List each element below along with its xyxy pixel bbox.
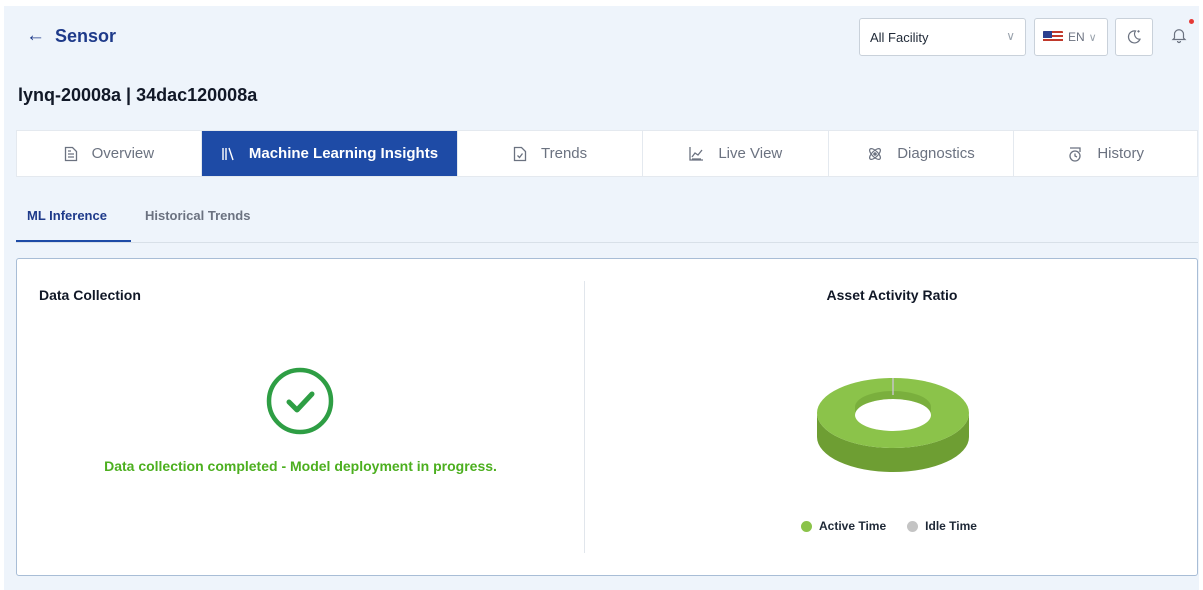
tab-diagnostics[interactable]: Diagnostics bbox=[829, 131, 1015, 176]
legend-label: Active Time bbox=[819, 519, 887, 533]
tab-live-view[interactable]: Live View bbox=[643, 131, 829, 176]
bell-icon bbox=[1171, 29, 1187, 44]
back-label: Sensor bbox=[55, 25, 117, 46]
tab-label: Trends bbox=[541, 145, 588, 162]
tab-history[interactable]: History bbox=[1014, 131, 1197, 176]
legend-swatch bbox=[801, 520, 812, 532]
divider bbox=[584, 281, 585, 553]
main-tabs: Overview Machine Learning Insights Trend… bbox=[16, 130, 1198, 177]
theme-toggle-button[interactable] bbox=[1115, 18, 1153, 56]
page: ← Sensor All Facility ∨ EN ∨ lynq-20008a… bbox=[4, 6, 1199, 590]
tab-label: Machine Learning Insights bbox=[248, 145, 439, 162]
document-icon bbox=[64, 146, 78, 162]
legend-swatch bbox=[907, 520, 919, 532]
notifications-button[interactable] bbox=[1170, 19, 1194, 46]
back-button[interactable]: ← Sensor bbox=[26, 25, 116, 47]
tab-label: Diagnostics bbox=[897, 145, 975, 162]
chevron-down-icon: ∨ bbox=[1006, 29, 1015, 43]
atom-icon bbox=[867, 146, 883, 162]
subtab-historical-trends[interactable]: Historical Trends bbox=[145, 208, 250, 223]
tab-machine-learning-insights[interactable]: Machine Learning Insights bbox=[201, 131, 459, 176]
chart-icon bbox=[688, 146, 704, 162]
language-select-value: EN bbox=[1068, 30, 1085, 44]
chart-legend: Active Time Idle Time bbox=[801, 519, 998, 533]
tab-label: Live View bbox=[718, 145, 783, 162]
file-check-icon bbox=[513, 146, 527, 162]
data-collection-status: Data collection completed - Model deploy… bbox=[104, 458, 497, 474]
library-icon bbox=[221, 147, 235, 161]
history-icon bbox=[1067, 146, 1083, 162]
tab-trends[interactable]: Trends bbox=[458, 131, 643, 176]
sub-tabs: ML Inference Historical Trends bbox=[16, 196, 1198, 243]
asset-activity-donut-chart bbox=[817, 378, 969, 472]
tab-label: Overview bbox=[91, 145, 155, 162]
subtab-ml-inference[interactable]: ML Inference bbox=[27, 208, 107, 223]
legend-item-active-time[interactable]: Active Time bbox=[801, 519, 886, 533]
donut-hole bbox=[855, 399, 931, 431]
header: ← Sensor All Facility ∨ EN ∨ bbox=[4, 6, 1199, 66]
ml-inference-card: Data Collection Data collection complete… bbox=[16, 258, 1198, 576]
facility-select[interactable]: All Facility ∨ bbox=[859, 18, 1026, 56]
device-title: lynq-20008a | 34dac120008a bbox=[18, 85, 258, 105]
tab-overview[interactable]: Overview bbox=[17, 131, 202, 176]
data-collection-title: Data Collection bbox=[39, 287, 141, 303]
chevron-down-icon: ∨ bbox=[1088, 31, 1097, 44]
notification-dot bbox=[1189, 19, 1194, 24]
asset-activity-title: Asset Activity Ratio bbox=[826, 287, 958, 303]
tab-label: History bbox=[1097, 145, 1144, 162]
us-flag-icon bbox=[1043, 31, 1063, 43]
facility-select-value: All Facility bbox=[870, 29, 929, 45]
legend-item-idle-time[interactable]: Idle Time bbox=[907, 519, 977, 533]
moon-icon bbox=[1127, 30, 1141, 44]
legend-label: Idle Time bbox=[925, 519, 977, 533]
check-circle-icon bbox=[266, 367, 334, 435]
language-select[interactable]: EN ∨ bbox=[1034, 18, 1108, 56]
back-arrow-icon: ← bbox=[26, 25, 45, 46]
active-subtab-indicator bbox=[16, 240, 131, 242]
